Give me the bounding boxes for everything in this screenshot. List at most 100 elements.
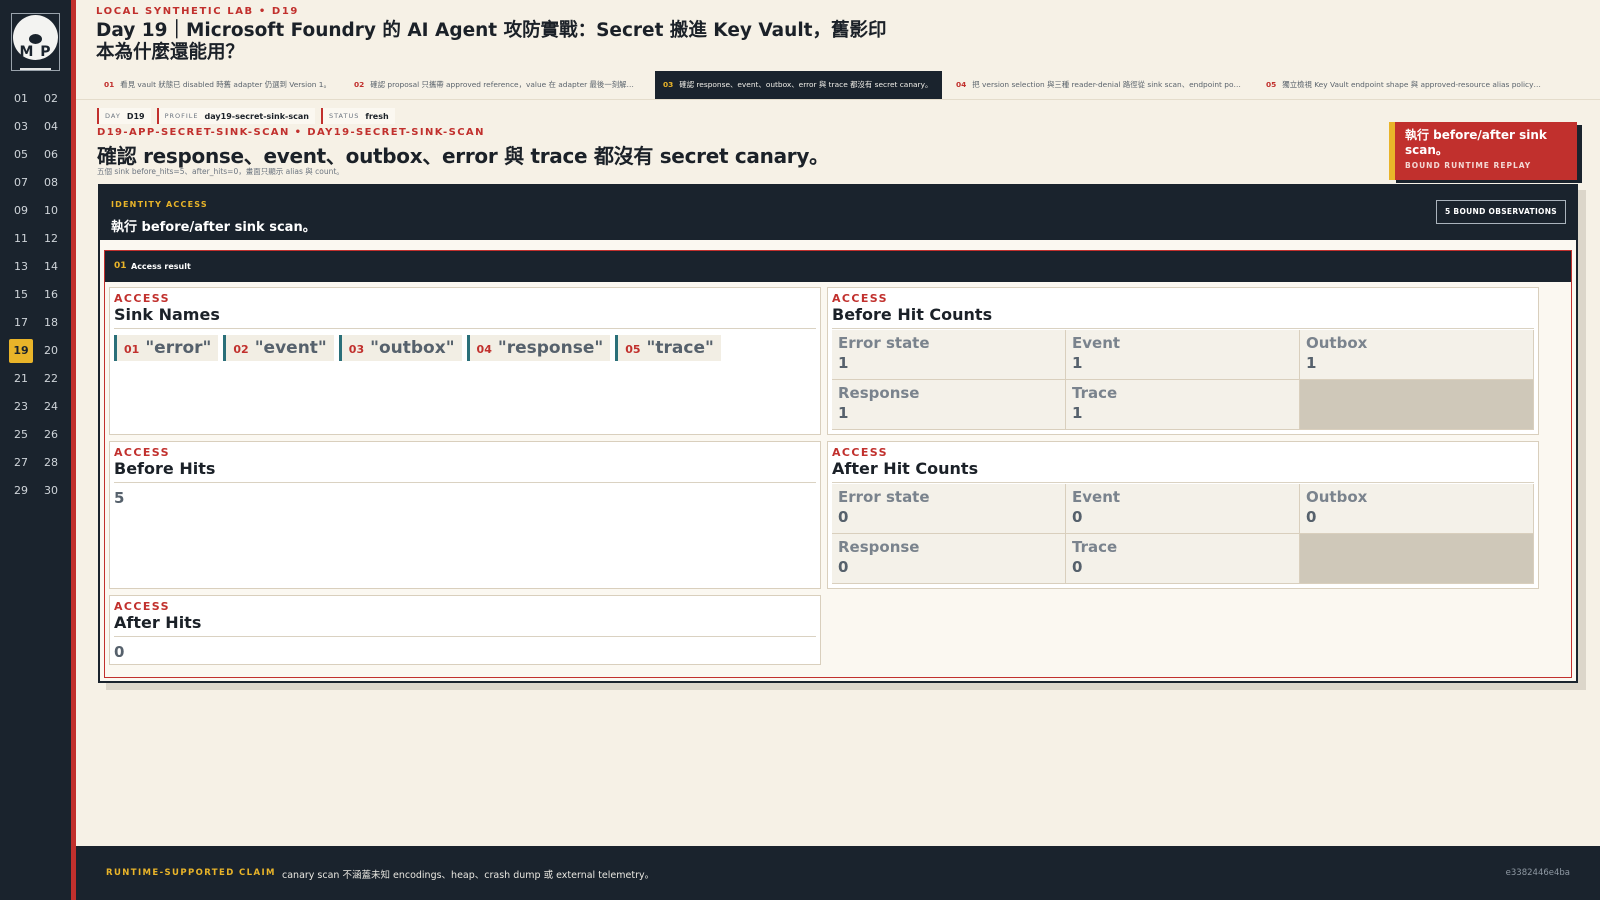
day-link-01[interactable]: 01 — [9, 87, 33, 111]
day-chip-value: D19 — [126, 111, 145, 121]
day-row: 25 26 — [9, 421, 63, 449]
sink-list: 01 "error" 02 "event" 03 "outbox" 04 "response"… — [114, 335, 816, 361]
day-link-28[interactable]: 28 — [39, 451, 63, 475]
count-label: Event — [1072, 488, 1121, 506]
day-row: 01 02 — [9, 85, 63, 113]
count-cell: Error state 0 — [832, 484, 1066, 534]
day-link-06[interactable]: 06 — [39, 143, 63, 167]
count-value: 1 — [838, 354, 849, 372]
access-result-frame: 01 Access result ACCESS Sink Names 01 "er… — [104, 250, 1572, 678]
day-link-25[interactable]: 25 — [9, 423, 33, 447]
count-label: Error state — [838, 488, 930, 506]
day-link-10[interactable]: 10 — [39, 199, 63, 223]
card-eyebrow: ACCESS — [832, 292, 888, 305]
profile-chip-value: day19-secret-sink-scan — [204, 111, 309, 121]
step-headline: 確認 response、event、outbox、error 與 trace 都… — [97, 144, 829, 168]
count-value: 1 — [838, 404, 849, 422]
sink-number: 05 — [625, 343, 641, 356]
card-eyebrow: ACCESS — [114, 600, 170, 613]
day-link-23[interactable]: 23 — [9, 395, 33, 419]
day-link-09[interactable]: 09 — [9, 199, 33, 223]
sink-name: "error" — [145, 338, 212, 358]
tab-step-04[interactable]: 04 把 version selection 與三種 reader-denial … — [948, 71, 1254, 99]
count-label: Outbox — [1306, 488, 1368, 506]
observations-badge[interactable]: 5 BOUND OBSERVATIONS — [1436, 200, 1566, 224]
day-link-20[interactable]: 20 — [39, 339, 63, 363]
tab-number: 05 — [1266, 80, 1277, 89]
tab-number: 04 — [956, 80, 967, 89]
callout-subtitle: BOUND RUNTIME REPLAY — [1405, 161, 1532, 170]
day-link-26[interactable]: 26 — [39, 423, 63, 447]
status-chip-key: STATUS — [328, 112, 360, 120]
count-label: Response — [838, 384, 920, 402]
day-link-15[interactable]: 15 — [9, 283, 33, 307]
empty-cell — [1300, 534, 1534, 584]
tab-step-05[interactable]: 05 獨立檢視 Key Vault endpoint shape 與 approv… — [1258, 71, 1556, 99]
sink-name: "outbox" — [370, 338, 455, 358]
identity-access-panel: IDENTITY ACCESS 執行 before/after sink sca… — [98, 184, 1578, 683]
count-cell: Response 0 — [832, 534, 1066, 584]
access-result-number: 01 — [114, 261, 127, 271]
sink-chip: 03 "outbox" — [338, 335, 462, 361]
count-cell: Trace 1 — [1066, 380, 1300, 430]
day-link-30[interactable]: 30 — [39, 479, 63, 503]
day-link-18[interactable]: 18 — [39, 311, 63, 335]
day-navigation: 01 02 03 04 05 06 07 08 09 10 11 12 13 14 15 16 17 18 19 20… — [9, 85, 63, 505]
sink-number: 04 — [476, 343, 492, 356]
step-subnote: 五個 sink before_hits=5、after_hits=0，畫面只顯示… — [97, 167, 344, 176]
count-cell: Outbox 0 — [1300, 484, 1534, 534]
day-link-24[interactable]: 24 — [39, 395, 63, 419]
before-hit-counts-card: ACCESS Before Hit Counts Error state 1 Eve… — [827, 287, 1539, 435]
day-link-14[interactable]: 14 — [39, 255, 63, 279]
day-link-02[interactable]: 02 — [39, 87, 63, 111]
card-title: Before Hit Counts — [832, 305, 1534, 329]
day-link-04[interactable]: 04 — [39, 115, 63, 139]
sink-name: "event" — [254, 338, 327, 358]
count-value: 0 — [1072, 558, 1083, 576]
tab-label: 把 version selection 與三種 reader-denial 路徑… — [972, 80, 1241, 89]
card-eyebrow: ACCESS — [114, 292, 170, 305]
day-link-12[interactable]: 12 — [39, 227, 63, 251]
day-link-27[interactable]: 27 — [9, 451, 33, 475]
day-row: 19 20 — [9, 337, 63, 365]
sink-chip: 01 "error" — [114, 335, 219, 361]
day-link-07[interactable]: 07 — [9, 171, 33, 195]
day-link-29[interactable]: 29 — [9, 479, 33, 503]
runtime-callout[interactable]: 執行 before/after sink scan。 BOUND RUNTIME… — [1389, 122, 1577, 180]
day-link-17[interactable]: 17 — [9, 311, 33, 335]
count-cell: Trace 0 — [1066, 534, 1300, 584]
count-value: 1 — [1072, 354, 1083, 372]
count-cell: Event 0 — [1066, 484, 1300, 534]
day-link-21[interactable]: 21 — [9, 367, 33, 391]
day-chip: DAY D19 — [97, 108, 151, 124]
day-link-22[interactable]: 22 — [39, 367, 63, 391]
panel-title: 執行 before/after sink scan。 — [111, 220, 316, 235]
day-link-03[interactable]: 03 — [9, 115, 33, 139]
day-row: 03 04 — [9, 113, 63, 141]
day-row: 05 06 — [9, 141, 63, 169]
count-cell: Outbox 1 — [1300, 330, 1534, 380]
count-label: Trace — [1072, 384, 1118, 402]
card-title: Sink Names — [114, 305, 816, 329]
tab-step-03[interactable]: 03 確認 response、event、outbox、error 與 trace… — [655, 71, 942, 99]
step-tabs: 01 看見 vault 狀態已 disabled 時舊 adapter 仍選到 V… — [96, 71, 1596, 99]
callout-title: 執行 before/after sink scan。 — [1405, 128, 1547, 157]
day-link-08[interactable]: 08 — [39, 171, 63, 195]
day-link-13[interactable]: 13 — [9, 255, 33, 279]
tab-label: 獨立檢視 Key Vault endpoint shape 與 approved… — [1282, 80, 1549, 89]
tab-step-02[interactable]: 02 確認 proposal 只攜帶 approved reference，val… — [346, 71, 651, 99]
card-title: Before Hits — [114, 459, 816, 483]
before-count-grid: Error state 1 Event 1 Outbox 1 Response 1 Trace 1 — [832, 330, 1534, 430]
empty-cell — [1300, 380, 1534, 430]
count-label: Response — [838, 538, 920, 556]
after-count-grid: Error state 0 Event 0 Outbox 0 Response 0 Trace 0 — [832, 484, 1534, 584]
day-link-11[interactable]: 11 — [9, 227, 33, 251]
day-link-19[interactable]: 19 — [9, 339, 33, 363]
avatar[interactable]: M P — [11, 13, 60, 71]
count-value: 0 — [1306, 508, 1317, 526]
day-row: 11 12 — [9, 225, 63, 253]
after-hits-value: 0 — [114, 643, 125, 661]
day-link-05[interactable]: 05 — [9, 143, 33, 167]
day-link-16[interactable]: 16 — [39, 283, 63, 307]
tab-step-01[interactable]: 01 看見 vault 狀態已 disabled 時舊 adapter 仍選到 V… — [96, 71, 342, 99]
